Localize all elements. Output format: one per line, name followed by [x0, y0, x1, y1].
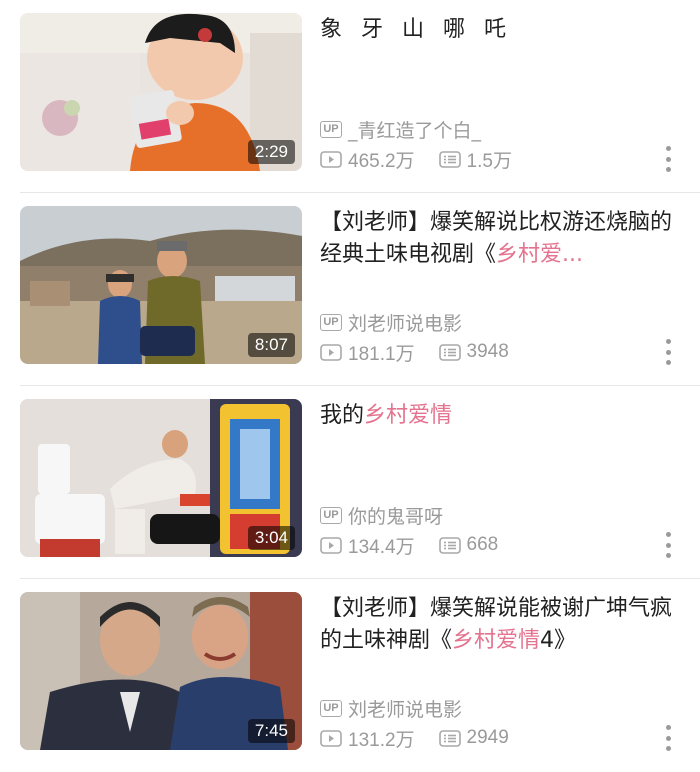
- view-count: 181.1万: [348, 343, 415, 365]
- video-duration: 3:04: [247, 526, 295, 550]
- comment-count-icon: [438, 150, 461, 168]
- up-badge-icon: UP: [320, 313, 342, 331]
- video-title[interactable]: 我的乡村爱情: [320, 400, 672, 432]
- video-stats: 134.4万 668: [320, 532, 522, 558]
- view-count: 465.2万: [348, 150, 415, 172]
- view-count: 131.2万: [348, 729, 415, 751]
- title-highlight: 乡村爱...: [496, 242, 583, 267]
- play-count-icon: [320, 536, 342, 554]
- play-count-icon: [320, 343, 342, 361]
- play-count-icon: [320, 150, 342, 168]
- video-item[interactable]: 8:07 【刘老师】爆笑解说比权游还烧脑的经典土味电视剧《乡村爱... UP 刘…: [0, 193, 700, 386]
- video-stats: 131.2万 2949: [320, 725, 533, 751]
- comment-count-icon: [438, 343, 461, 361]
- up-badge-icon: UP: [320, 506, 342, 524]
- comment-count-icon: [438, 536, 461, 554]
- up-badge-icon: UP: [320, 120, 342, 138]
- title-text: 象 牙 山 哪 吒: [320, 17, 512, 42]
- video-thumbnail[interactable]: 3:04: [20, 399, 302, 557]
- title-suffix: 4》: [540, 628, 577, 653]
- video-title[interactable]: 【刘老师】爆笑解说能被谢广坤气疯的土味神剧《乡村爱情4》: [320, 593, 672, 657]
- video-duration: 7:45: [247, 719, 295, 743]
- video-duration: 2:29: [247, 140, 295, 164]
- video-title[interactable]: 【刘老师】爆笑解说比权游还烧脑的经典土味电视剧《乡村爱...: [320, 207, 672, 271]
- video-stats: 181.1万 3948: [320, 339, 533, 365]
- comment-count: 1.5万: [466, 150, 512, 172]
- uploader-row[interactable]: UP 刘老师说电影: [320, 309, 462, 335]
- up-badge-icon: UP: [320, 699, 342, 717]
- more-vertical-icon[interactable]: [664, 725, 672, 751]
- video-item[interactable]: 2:29 象 牙 山 哪 吒 UP _青红造了个白_ 465.2万 1.5万: [0, 0, 700, 193]
- uploader-row[interactable]: UP _青红造了个白_: [320, 116, 481, 142]
- view-count: 134.4万: [348, 536, 415, 558]
- video-thumbnail[interactable]: 8:07: [20, 206, 302, 364]
- play-count-icon: [320, 729, 342, 747]
- title-highlight: 乡村爱情: [452, 628, 541, 653]
- video-thumbnail[interactable]: 2:29: [20, 13, 302, 171]
- video-thumbnail[interactable]: 7:45: [20, 592, 302, 750]
- video-title[interactable]: 象 牙 山 哪 吒: [320, 14, 672, 46]
- video-list: 2:29 象 牙 山 哪 吒 UP _青红造了个白_ 465.2万 1.5万 8…: [0, 0, 700, 763]
- video-duration: 8:07: [247, 333, 295, 357]
- uploader-row[interactable]: UP 你的鬼哥呀: [320, 502, 443, 528]
- uploader-name: 你的鬼哥呀: [348, 505, 444, 528]
- more-vertical-icon[interactable]: [664, 532, 672, 558]
- uploader-name: _青红造了个白_: [348, 119, 482, 142]
- more-vertical-icon[interactable]: [664, 339, 672, 365]
- video-item[interactable]: 7:45 【刘老师】爆笑解说能被谢广坤气疯的土味神剧《乡村爱情4》 UP 刘老师…: [0, 579, 700, 772]
- uploader-row[interactable]: UP 刘老师说电影: [320, 695, 462, 721]
- title-highlight: 乡村爱情: [364, 403, 453, 428]
- video-stats: 465.2万 1.5万: [320, 146, 536, 172]
- comment-count: 668: [466, 534, 499, 555]
- comment-count: 3948: [466, 341, 509, 362]
- video-item[interactable]: 3:04 我的乡村爱情 UP 你的鬼哥呀 134.4万 668: [0, 386, 700, 579]
- comment-count: 2949: [466, 727, 509, 748]
- uploader-name: 刘老师说电影: [348, 698, 463, 721]
- comment-count-icon: [438, 729, 461, 747]
- more-vertical-icon[interactable]: [664, 146, 672, 172]
- uploader-name: 刘老师说电影: [348, 312, 463, 335]
- title-text: 我的: [320, 403, 365, 428]
